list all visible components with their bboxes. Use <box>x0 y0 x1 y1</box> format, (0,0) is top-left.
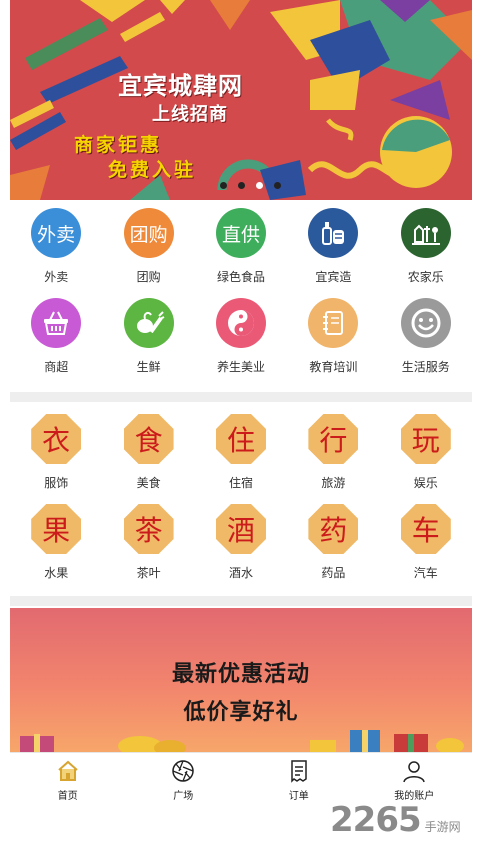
category-farm-stay[interactable]: 农家乐 <box>380 208 472 286</box>
category-label: 汽车 <box>413 566 438 580</box>
tea-icon: 茶 <box>123 504 174 554</box>
category-label: 教育培训 <box>309 360 358 374</box>
tab-label: 订单 <box>288 791 309 802</box>
category-label: 绿色食品 <box>216 270 265 284</box>
category-label: 外卖 <box>44 270 69 284</box>
watermark-text: 手游网 <box>424 820 461 834</box>
tab-home[interactable]: 首页 <box>10 753 126 812</box>
notebook-icon <box>308 298 359 348</box>
category-label: 团购 <box>136 270 161 284</box>
category-label: 生鲜 <box>136 360 161 374</box>
banner-slogan-line1: 商家钜惠 <box>74 134 163 156</box>
category-label: 住宿 <box>228 476 253 490</box>
life-category-lodging[interactable]: 住 住宿 <box>195 414 287 492</box>
food-icon: 食 <box>123 414 174 464</box>
direct-supply-icon: 直供 <box>215 208 266 258</box>
life-category-tea[interactable]: 茶 茶叶 <box>102 504 194 582</box>
promo-banner[interactable]: 最新优惠活动 低价享好礼 <box>10 608 472 752</box>
carousel-dot[interactable] <box>274 182 281 189</box>
liquor-icon: 酒 <box>215 504 266 554</box>
watermark: 2265 手游网 <box>330 800 461 840</box>
gift-decoration <box>20 730 464 752</box>
carousel-dot-active[interactable] <box>256 182 263 189</box>
carousel-dots <box>220 182 281 189</box>
category-label: 商超 <box>44 360 69 374</box>
tab-label: 首页 <box>57 791 78 802</box>
category-label: 养生美业 <box>216 360 265 374</box>
medicine-icon: 药 <box>308 504 359 554</box>
category-groupbuy[interactable]: 团购 团购 <box>102 208 194 286</box>
basket-icon <box>31 298 82 348</box>
promo-subheadline: 低价享好礼 <box>183 700 299 725</box>
life-category-liquor[interactable]: 酒 酒水 <box>195 504 287 582</box>
bottles-icon <box>308 208 359 258</box>
watermark-number: 2265 <box>330 800 422 840</box>
entertainment-icon: 玩 <box>400 414 451 464</box>
life-category-fruit[interactable]: 果 水果 <box>10 504 102 582</box>
banner-carousel[interactable]: 宜宾城肆网 上线招商 商家钜惠 免费入驻 <box>10 0 472 200</box>
category-fresh[interactable]: 生鲜 <box>102 298 194 376</box>
category-label: 农家乐 <box>407 270 444 284</box>
category-takeout[interactable]: 外卖 外卖 <box>10 208 102 286</box>
travel-icon: 行 <box>308 414 359 464</box>
category-label: 服饰 <box>44 476 69 490</box>
car-icon: 车 <box>400 504 451 554</box>
life-category-travel[interactable]: 行 旅游 <box>287 414 379 492</box>
fruit-icon: 果 <box>31 504 82 554</box>
category-life-services[interactable]: 生活服务 <box>380 298 472 376</box>
life-category-entertainment[interactable]: 玩 娱乐 <box>380 414 472 492</box>
category-grid: 外卖 外卖 团购 团购 直供 绿色食品 宜宾造 农家乐 商超 生鲜 养生美业 教… <box>10 208 472 376</box>
category-supermarket[interactable]: 商超 <box>10 298 102 376</box>
category-label: 药品 <box>321 566 346 580</box>
smiley-icon <box>400 298 451 348</box>
lodging-icon: 住 <box>215 414 266 464</box>
category-label: 娱乐 <box>413 476 438 490</box>
farm-icon <box>400 208 451 258</box>
category-label: 酒水 <box>228 566 253 580</box>
banner-slogan-line2: 免费入驻 <box>108 159 197 181</box>
vegetables-icon <box>123 298 174 348</box>
groupbuy-icon: 团购 <box>123 208 174 258</box>
life-category-food[interactable]: 食 美食 <box>102 414 194 492</box>
page: 宜宾城肆网 上线招商 商家钜惠 免费入驻 外卖 外卖 团购 团购 直供 绿色食品 <box>0 0 480 853</box>
takeout-icon: 外卖 <box>31 208 82 258</box>
promo-headline: 最新优惠活动 <box>171 662 310 687</box>
category-label: 旅游 <box>321 476 346 490</box>
order-icon <box>291 760 307 783</box>
category-education[interactable]: 教育培训 <box>287 298 379 376</box>
banner-subtitle: 上线招商 <box>152 104 228 125</box>
category-label: 生活服务 <box>401 360 450 374</box>
section-divider <box>10 392 472 402</box>
life-category-car[interactable]: 车 汽车 <box>380 504 472 582</box>
tab-label: 广场 <box>173 791 194 802</box>
category-label: 美食 <box>136 476 161 490</box>
life-category-clothing[interactable]: 衣 服饰 <box>10 414 102 492</box>
life-category-grid: 衣 服饰 食 美食 住 住宿 行 旅游 玩 娱乐 果 水果 茶 茶叶 酒 酒水 <box>10 414 472 582</box>
yinyang-icon <box>215 298 266 348</box>
home-icon <box>58 760 78 781</box>
user-icon <box>403 761 425 783</box>
category-label: 水果 <box>44 566 69 580</box>
life-category-medicine[interactable]: 药 药品 <box>287 504 379 582</box>
category-wellness-beauty[interactable]: 养生美业 <box>195 298 287 376</box>
aperture-icon <box>172 760 194 782</box>
category-label: 茶叶 <box>136 566 161 580</box>
clothing-icon: 衣 <box>31 414 82 464</box>
carousel-dot[interactable] <box>220 182 227 189</box>
category-green-food[interactable]: 直供 绿色食品 <box>195 208 287 286</box>
carousel-dot[interactable] <box>238 182 245 189</box>
category-yibin-made[interactable]: 宜宾造 <box>287 208 379 286</box>
category-label: 宜宾造 <box>315 270 352 284</box>
banner-title: 宜宾城肆网 <box>118 72 243 100</box>
section-divider <box>10 596 472 606</box>
tab-square[interactable]: 广场 <box>126 753 242 812</box>
